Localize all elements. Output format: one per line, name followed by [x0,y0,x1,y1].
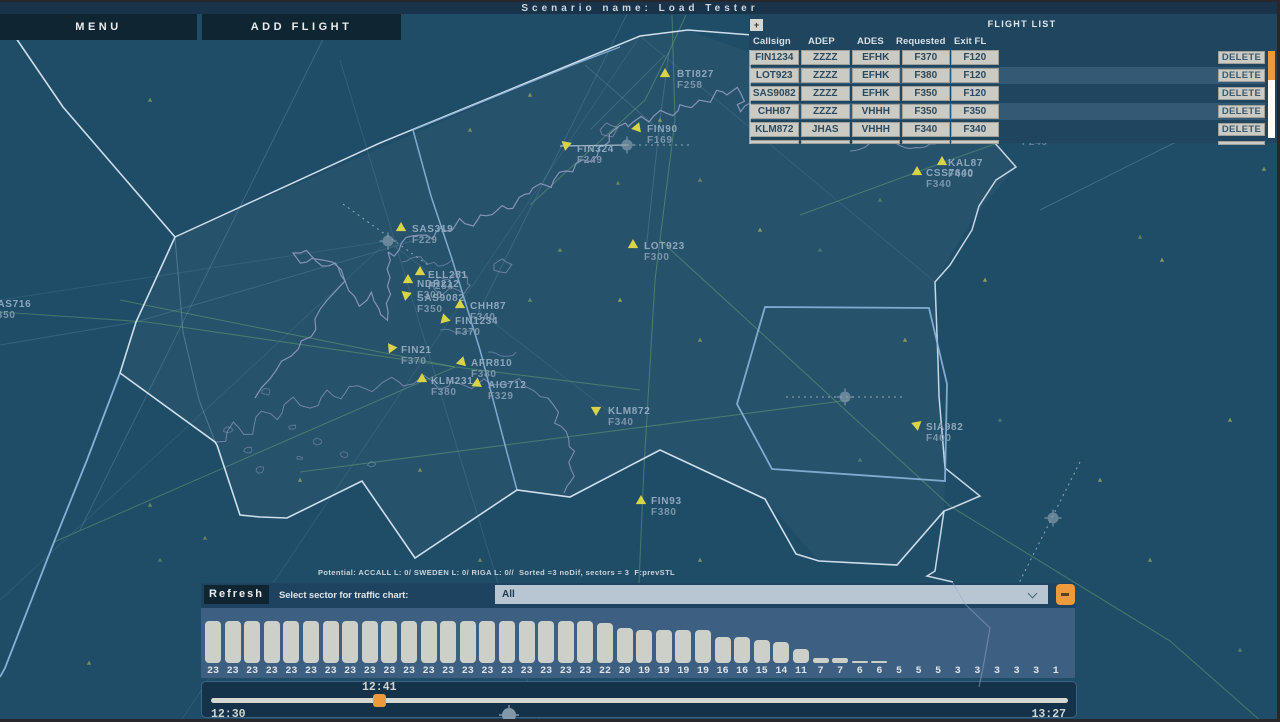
svg-text:FIN21: FIN21 [401,345,432,356]
svg-text:F229: F229 [412,235,438,246]
svg-text:F249: F249 [577,155,603,166]
svg-text:F370: F370 [455,327,481,338]
svg-text:F169: F169 [647,135,673,146]
svg-text:SAS9082: SAS9082 [417,293,465,304]
svg-text:F380: F380 [651,507,677,518]
svg-text:F370: F370 [401,356,427,367]
svg-text:F329: F329 [488,391,514,402]
svg-text:F300: F300 [644,252,670,263]
svg-text:FIN324: FIN324 [577,144,614,155]
svg-text:KLM231: KLM231 [431,376,474,387]
svg-text:F400: F400 [926,433,952,444]
svg-text:F380: F380 [431,387,457,398]
svg-text:CHH87: CHH87 [470,301,506,312]
svg-text:SIA982: SIA982 [926,422,964,433]
svg-text:FIN1234: FIN1234 [455,316,498,327]
svg-text:FIN93: FIN93 [651,496,682,507]
svg-text:CSS7640: CSS7640 [926,168,974,179]
svg-text:SAS716: SAS716 [0,299,31,310]
svg-text:SAS319: SAS319 [412,224,453,235]
svg-text:F380: F380 [471,369,497,380]
svg-text:AFR810: AFR810 [471,358,512,369]
svg-text:F258: F258 [677,80,703,91]
svg-text:AIG712: AIG712 [488,380,527,391]
svg-text:F350: F350 [417,304,443,315]
svg-text:FIN90: FIN90 [647,124,678,135]
svg-text:NDR212: NDR212 [417,279,460,290]
svg-text:F350: F350 [0,310,16,321]
svg-text:F340: F340 [608,417,634,428]
svg-text:KLM872: KLM872 [608,406,651,417]
svg-text:BTI827: BTI827 [677,69,714,80]
svg-text:F340: F340 [926,179,952,190]
svg-text:LOT923: LOT923 [644,241,685,252]
